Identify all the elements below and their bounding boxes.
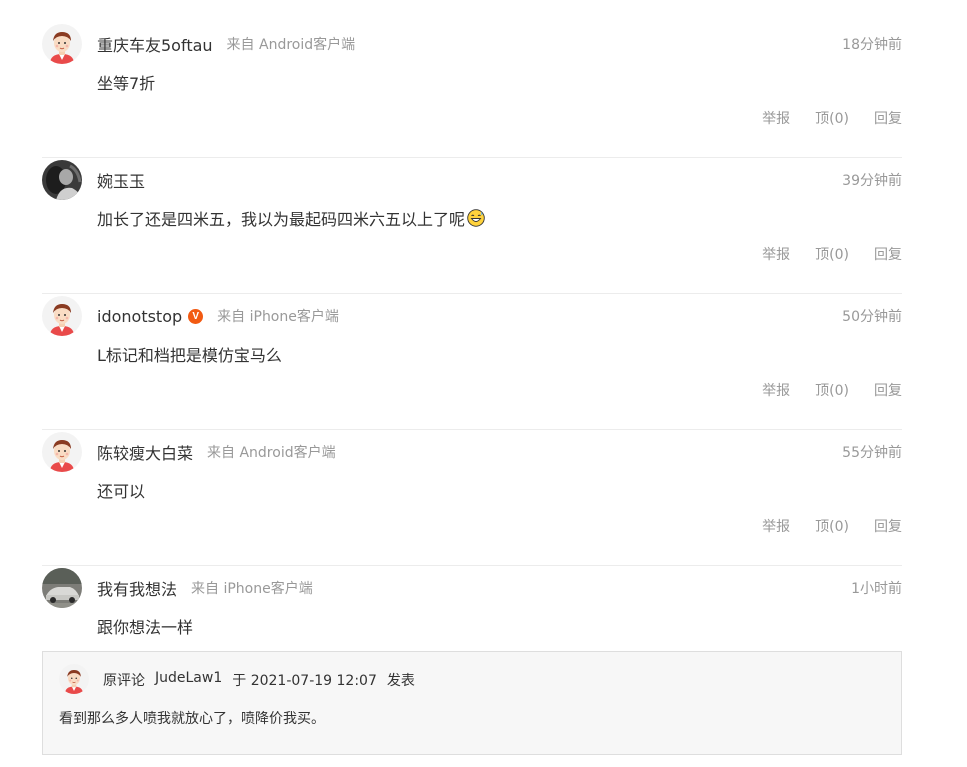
quote-suffix: 发表 (386, 673, 415, 689)
username[interactable]: idonotstop (97, 307, 182, 326)
timestamp: 18分钟前 (842, 37, 902, 53)
quoted-comment: 原评论 JudeLaw1 于 2021-07-19 12:07 发表 看到那么多… (42, 651, 902, 755)
comment-item: 婉玉玉 39分钟前 加长了还是四米五，我以为最起码四米六五以上了呢 举报 顶(0… (42, 158, 902, 294)
timestamp: 50分钟前 (842, 309, 902, 325)
reply-button[interactable]: 回复 (874, 516, 902, 536)
quote-timestamp: 于 2021-07-19 12:07 (232, 673, 377, 689)
source-label: 来自 Android客户端 (207, 445, 336, 461)
quote-username[interactable]: JudeLaw1 (155, 670, 222, 690)
like-button[interactable]: 顶(0) (815, 244, 849, 264)
avatar[interactable] (42, 24, 82, 64)
comment-item: idonotstop V 来自 iPhone客户端 50分钟前 L标记和档把是模… (42, 294, 902, 430)
reply-button[interactable]: 回复 (874, 244, 902, 264)
comment-text: L标记和档把是模仿宝马么 (97, 346, 282, 365)
comment-text: 加长了还是四米五，我以为最起码四米六五以上了呢 (97, 210, 466, 229)
comment-list: 重庆车友5oftau 来自 Android客户端 18分钟前 坐等7折 举报 顶… (42, 22, 902, 637)
username[interactable]: 重庆车友5oftau (97, 32, 213, 56)
username[interactable]: 我有我想法 (97, 576, 177, 600)
quote-prefix: 原评论 (103, 673, 145, 689)
avatar[interactable] (42, 568, 82, 608)
cartoon-person-avatar-icon (42, 296, 82, 336)
like-button[interactable]: 顶(0) (815, 108, 849, 128)
verified-badge-icon: V (188, 308, 204, 324)
source-label: 来自 Android客户端 (226, 37, 356, 53)
comment-item: 陈较瘦大白菜 来自 Android客户端 55分钟前 还可以 举报 顶(0) 回… (42, 430, 902, 566)
cartoon-person-avatar-icon (59, 664, 89, 694)
comment-content: 加长了还是四米五，我以为最起码四米六五以上了呢 (97, 206, 485, 230)
comment-text: 跟你想法一样 (97, 618, 194, 637)
timestamp: 1小时前 (851, 581, 902, 597)
comment-item: 重庆车友5oftau 来自 Android客户端 18分钟前 坐等7折 举报 顶… (42, 22, 902, 158)
comment-content: L标记和档把是模仿宝马么 (97, 342, 282, 366)
reply-button[interactable]: 回复 (874, 380, 902, 400)
report-button[interactable]: 举报 (762, 108, 790, 128)
reply-button[interactable]: 回复 (874, 108, 902, 128)
avatar[interactable] (59, 664, 89, 694)
quoted-comment-header: 原评论 JudeLaw1 于 2021-07-19 12:07 发表 (103, 670, 415, 690)
comment-actions: 举报 顶(0) 回复 (762, 244, 902, 264)
comment-actions: 举报 顶(0) 回复 (762, 108, 902, 128)
source-label: 来自 iPhone客户端 (217, 309, 339, 325)
like-button[interactable]: 顶(0) (815, 380, 849, 400)
comment-content: 坐等7折 (97, 70, 155, 94)
username[interactable]: 婉玉玉 (97, 168, 145, 192)
report-button[interactable]: 举报 (762, 516, 790, 536)
comment-text: 坐等7折 (97, 74, 156, 93)
like-button[interactable]: 顶(0) (815, 516, 849, 536)
avatar[interactable] (42, 296, 82, 336)
car-photo-avatar-icon (42, 568, 82, 608)
cartoon-person-avatar-icon (42, 432, 82, 472)
cartoon-person-avatar-icon (42, 24, 82, 64)
username[interactable]: 陈较瘦大白菜 (97, 440, 193, 464)
quote-text: 看到那么多人喷我就放心了，喷降价我买。 (59, 711, 325, 727)
comment-actions: 举报 顶(0) 回复 (762, 380, 902, 400)
photo-avatar-icon (42, 160, 82, 200)
comment-text: 还可以 (97, 482, 146, 501)
source-label: 来自 iPhone客户端 (191, 581, 313, 597)
report-button[interactable]: 举报 (762, 244, 790, 264)
comment-content: 跟你想法一样 (97, 614, 193, 638)
comment-content: 还可以 (97, 478, 145, 502)
report-button[interactable]: 举报 (762, 380, 790, 400)
timestamp: 39分钟前 (842, 173, 902, 189)
avatar[interactable] (42, 160, 82, 200)
avatar[interactable] (42, 432, 82, 472)
comment-actions: 举报 顶(0) 回复 (762, 516, 902, 536)
grinning-sweat-emoji-icon (467, 209, 485, 227)
timestamp: 55分钟前 (842, 445, 902, 461)
